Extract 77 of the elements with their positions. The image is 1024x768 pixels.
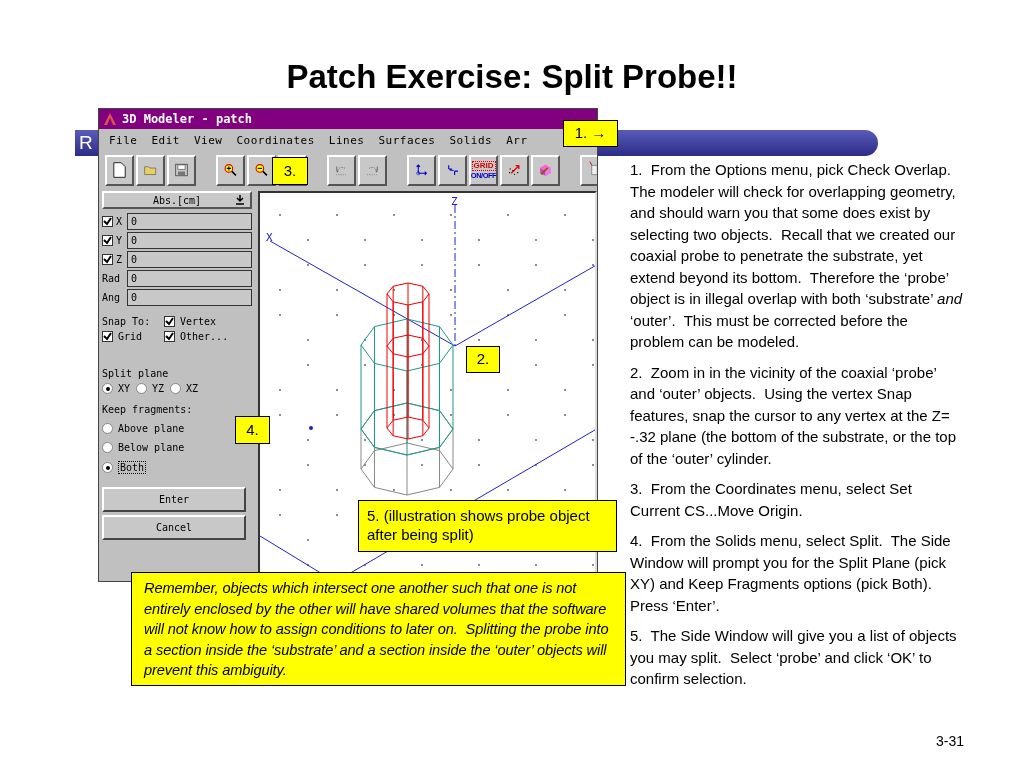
input-field[interactable]: 0 [127,251,252,268]
radio-button[interactable] [102,423,113,434]
callout-tooltip: 4. [235,416,270,444]
field-label: Rad [102,273,122,284]
window-title: 3D Modeler - patch [122,112,253,126]
new-file-icon [113,160,126,180]
toolbar-button[interactable] [438,154,467,186]
option-label: YZ [152,383,165,394]
checkbox[interactable] [102,254,113,265]
callout-tooltip: 1. → [563,120,618,147]
banner-text: R [79,132,93,154]
input-field[interactable]: 0 [127,213,252,230]
menu-item[interactable]: Arr [506,133,528,147]
input-field[interactable]: 0 [127,232,252,249]
radio-button[interactable] [102,442,113,453]
menu-item[interactable]: Edit [151,133,180,147]
section-label: Split plane [102,368,169,379]
field-label: X [116,216,124,227]
field-label: Y [116,235,124,246]
axis-label: Z [451,195,458,208]
toolbar-button[interactable] [105,154,134,186]
field-label: Ang [102,292,122,303]
axis-label: X [266,231,273,244]
slide-title: Patch Exercise: Split Probe!! [286,58,738,96]
toolbar-button[interactable] [327,154,356,186]
menu-item[interactable]: Surfaces [378,133,436,147]
toolbar-button[interactable] [167,154,196,186]
option-label: XY [118,383,131,394]
toolbar-button[interactable] [216,154,245,186]
checkbox[interactable] [102,331,113,342]
step-text: 1. From the Options menu, pick Check Overlap. The modeler will check for overlapping geometry, and should warn you that some does exist by selecting two objects. Recall that we created our coaxial probe to penetrate the substrate, yet extend beyond its bottom. Therefore the ‘probe’ object is in illegal overlap with both ‘substrate’ and ‘outer’. This must be corrected before the problem can be modeled. [630,160,964,352]
point-marker [309,426,313,430]
snap-label: Snap To: [102,316,152,327]
input-field[interactable]: 0 [127,270,252,287]
checkbox[interactable] [164,316,175,327]
option-label: Both [118,461,147,474]
menu-item[interactable]: Coordinates [236,133,315,147]
dialog-button[interactable]: Cancel [102,515,246,540]
option-label: Grid [118,331,143,342]
page-number: 3-31 [936,733,965,749]
dropdown-arrow-icon [236,195,244,205]
dialog-button[interactable]: Enter [102,487,246,512]
option-label: XZ [186,383,199,394]
units-dropdown[interactable]: Abs.[cm] [102,191,252,209]
checkbox[interactable] [102,216,113,227]
radio-button[interactable] [102,383,113,394]
callout-tooltip: 2. [466,346,500,373]
checkbox[interactable] [164,331,175,342]
option-label: Above plane [118,423,185,434]
note-tooltip: Remember, objects which intersect one another such that one is not entirely enclosed by the other will have shared volumes that the software will not know how to assign conditions to later on. Splitting the probe into a section inside the ‘substrate’ and a section inside the ‘outer’ objects will prevent this ambiguity. [131,572,626,686]
toolbar-button[interactable] [358,154,387,186]
toolbar-button[interactable] [500,154,529,186]
field-label: Z [116,254,124,265]
checkbox[interactable] [102,235,113,246]
menu-item[interactable]: File [109,133,138,147]
radio-button[interactable] [170,383,182,394]
menu-item[interactable]: Solids [449,133,493,147]
section-label: Keep fragments: [102,404,193,415]
toolbar-button[interactable] [531,154,560,186]
option-label: Other... [180,331,229,342]
option-label: Vertex [180,316,217,327]
app-logo-icon [103,112,117,126]
step-text: 4. From the Solids menu, select Split. The Side Window will prompt you for the Split Plane (pick XY) and Keep Fragments options (pick Both). Press ‘Enter’. [630,531,952,616]
toolbar-button[interactable] [407,154,436,186]
step-text: 2. Zoom in in the vicinity of the coaxial ‘probe’ and ‘outer’ objects. Using the vertex Snap features, snap the cursor to any vertex at the Z= -.32 plane (the bottom of the substrate, or the top of the ‘outer’ cylinder. [630,362,958,469]
radio-button[interactable] [136,383,148,394]
input-field[interactable]: 0 [127,289,252,306]
menu-item[interactable]: Lines [328,133,365,147]
save-icon [175,161,188,179]
toolbar-button[interactable] [136,154,165,186]
step-text: 3. From the Coordinates menu, select Set Current CS...Move Origin. [630,479,913,521]
radio-button[interactable] [102,462,113,473]
menu-item[interactable]: View [194,133,223,147]
step-text: 5. The Side Window will give you a list of objects you may split. Select ‘probe’ and click ‘OK’ to confirm selection. [630,626,958,689]
callout-tooltip: 3. [272,157,308,185]
callout-tooltip: 5. (illustration shows probe object after being split) [358,500,617,552]
option-label: Below plane [118,442,185,453]
